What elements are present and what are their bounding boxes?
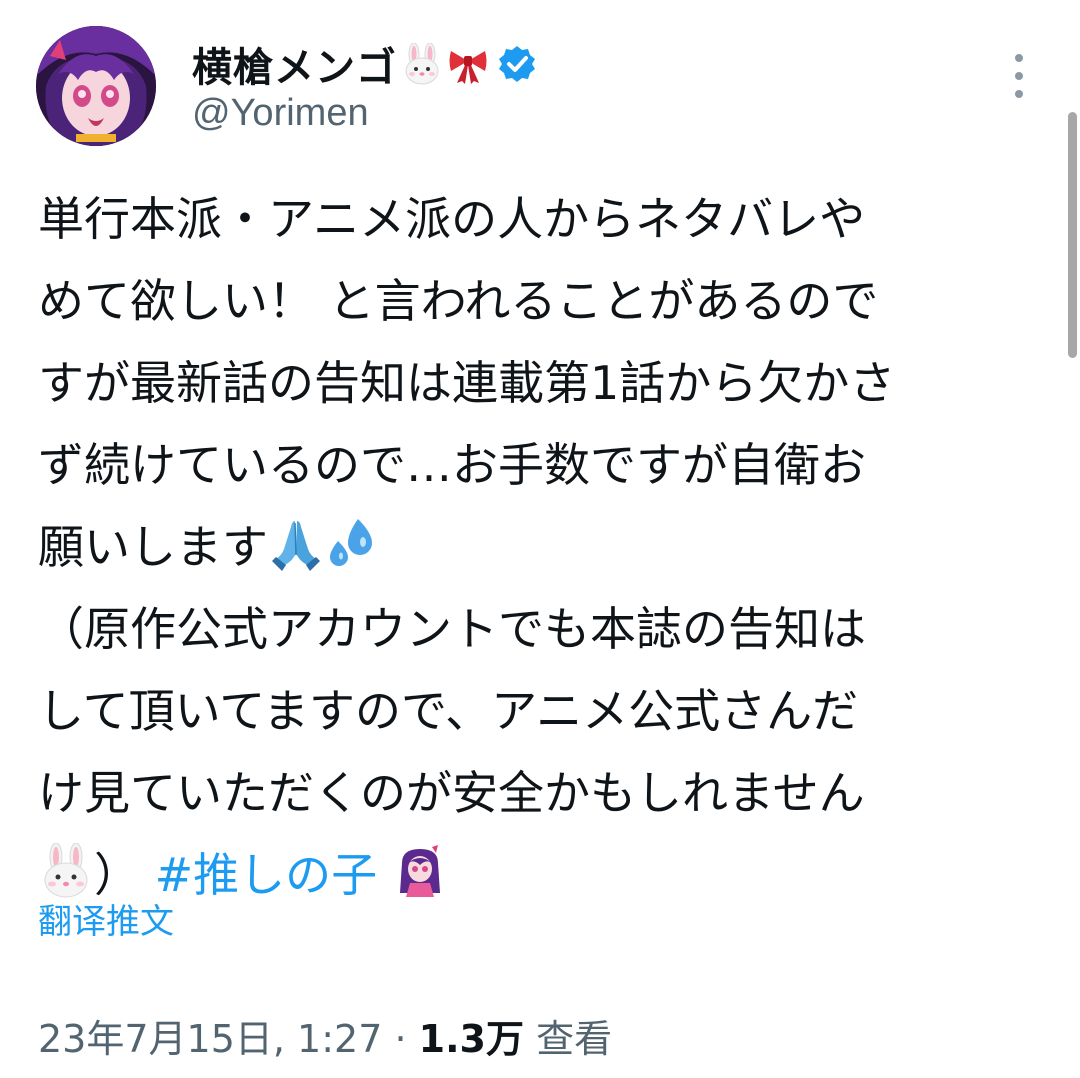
folded-hands-icon: [268, 515, 324, 571]
sweat-droplets-icon: [324, 515, 380, 571]
more-dot: [1015, 54, 1023, 62]
tweet-line: （原作公式アカウントでも本誌の告知は: [38, 602, 866, 656]
tweet-detail: 横槍メンゴ @Yorimen 単行本派・アニメ派の人からネタバレや めて欲しい！…: [0, 0, 1080, 1078]
tweet-line: 願いします: [38, 506, 1048, 588]
display-name[interactable]: 横槍メンゴ: [192, 35, 397, 93]
verified-badge-icon[interactable]: [497, 44, 537, 84]
ribbon-icon: [447, 43, 489, 85]
rabbit-face-icon: [401, 43, 443, 85]
tweet-timestamp[interactable]: 23年7月15日, 1:27: [38, 1017, 382, 1061]
user-handle[interactable]: @Yorimen: [192, 92, 369, 135]
tweet-line: 単行本派・アニメ派の人からネタバレや: [38, 192, 866, 246]
more-dot: [1015, 90, 1023, 98]
views-count[interactable]: 1.3万: [419, 1017, 524, 1061]
tweet-line: け見ていただくのが安全かもしれません: [38, 766, 865, 820]
tweet-line: ） #推しの子: [38, 834, 1048, 916]
tweet-line: めて欲しい！ と言われることがあるので: [38, 274, 879, 328]
tweet-line: すが最新話の告知は連載第1話から欠かさ: [38, 356, 896, 410]
tweet-meta: 23年7月15日, 1:27 · 1.3万 查看: [38, 1008, 612, 1063]
more-options-button[interactable]: [1004, 54, 1034, 98]
anime-character-emoji: [392, 843, 448, 899]
display-name-row: 横槍メンゴ: [192, 34, 537, 94]
hashtag-link[interactable]: #推しの子: [155, 848, 378, 902]
meta-separator: ·: [394, 1017, 407, 1061]
views-label: 查看: [536, 1017, 613, 1061]
tweet-text: 単行本派・アニメ派の人からネタバレや めて欲しい！ と言われることがあるので す…: [38, 178, 1048, 916]
more-dot: [1015, 72, 1023, 80]
avatar[interactable]: [36, 26, 156, 146]
tweet-line: ず続けているので…お手数ですが自衛お: [38, 438, 866, 492]
rabbit-face-icon: [38, 843, 94, 899]
scrollbar[interactable]: [1068, 112, 1077, 358]
tweet-line-text: 願いします: [38, 520, 268, 574]
translate-tweet-link[interactable]: 翻译推文: [38, 894, 174, 943]
tweet-line: して頂いてますので、アニメ公式さんだ: [38, 684, 859, 738]
